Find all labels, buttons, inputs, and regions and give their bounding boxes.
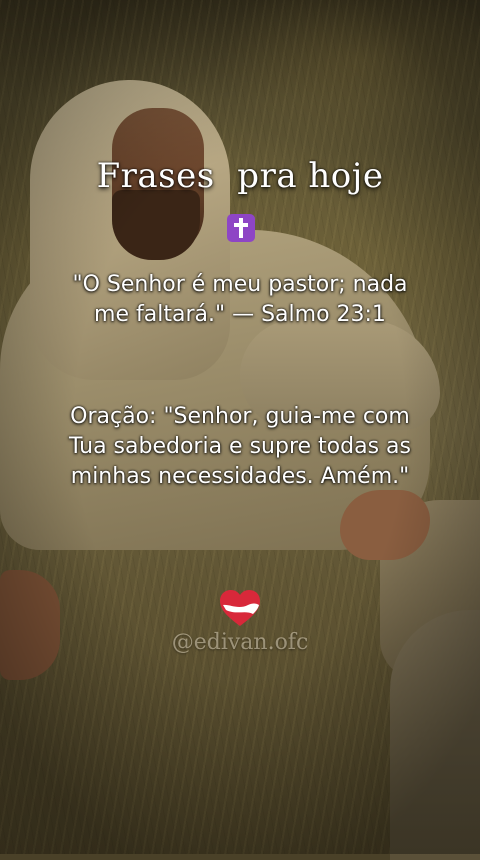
verse-line: me faltará." — Salmo 23:1 — [94, 302, 386, 327]
prayer-text: Oração: "Senhor, guia-me com Tua sabedor… — [30, 402, 450, 492]
post-title: Frases pra hoje — [96, 156, 384, 196]
bible-verse: "O Senhor é meu pastor; nada me faltará.… — [30, 270, 450, 330]
prayer-line: Tua sabedoria e supre todas as — [69, 434, 411, 459]
heart-icon — [220, 590, 260, 626]
verse-line: "O Senhor é meu pastor; nada — [72, 272, 408, 297]
prayer-line: minhas necessidades. Amém." — [70, 464, 410, 489]
prayer-line: Oração: "Senhor, guia-me com — [70, 404, 410, 429]
signature-watermark: @edivan.ofc — [171, 630, 309, 655]
text-overlay: Frases pra hoje "O Senhor é meu pastor; … — [0, 0, 480, 854]
latin-cross-icon — [227, 214, 255, 242]
